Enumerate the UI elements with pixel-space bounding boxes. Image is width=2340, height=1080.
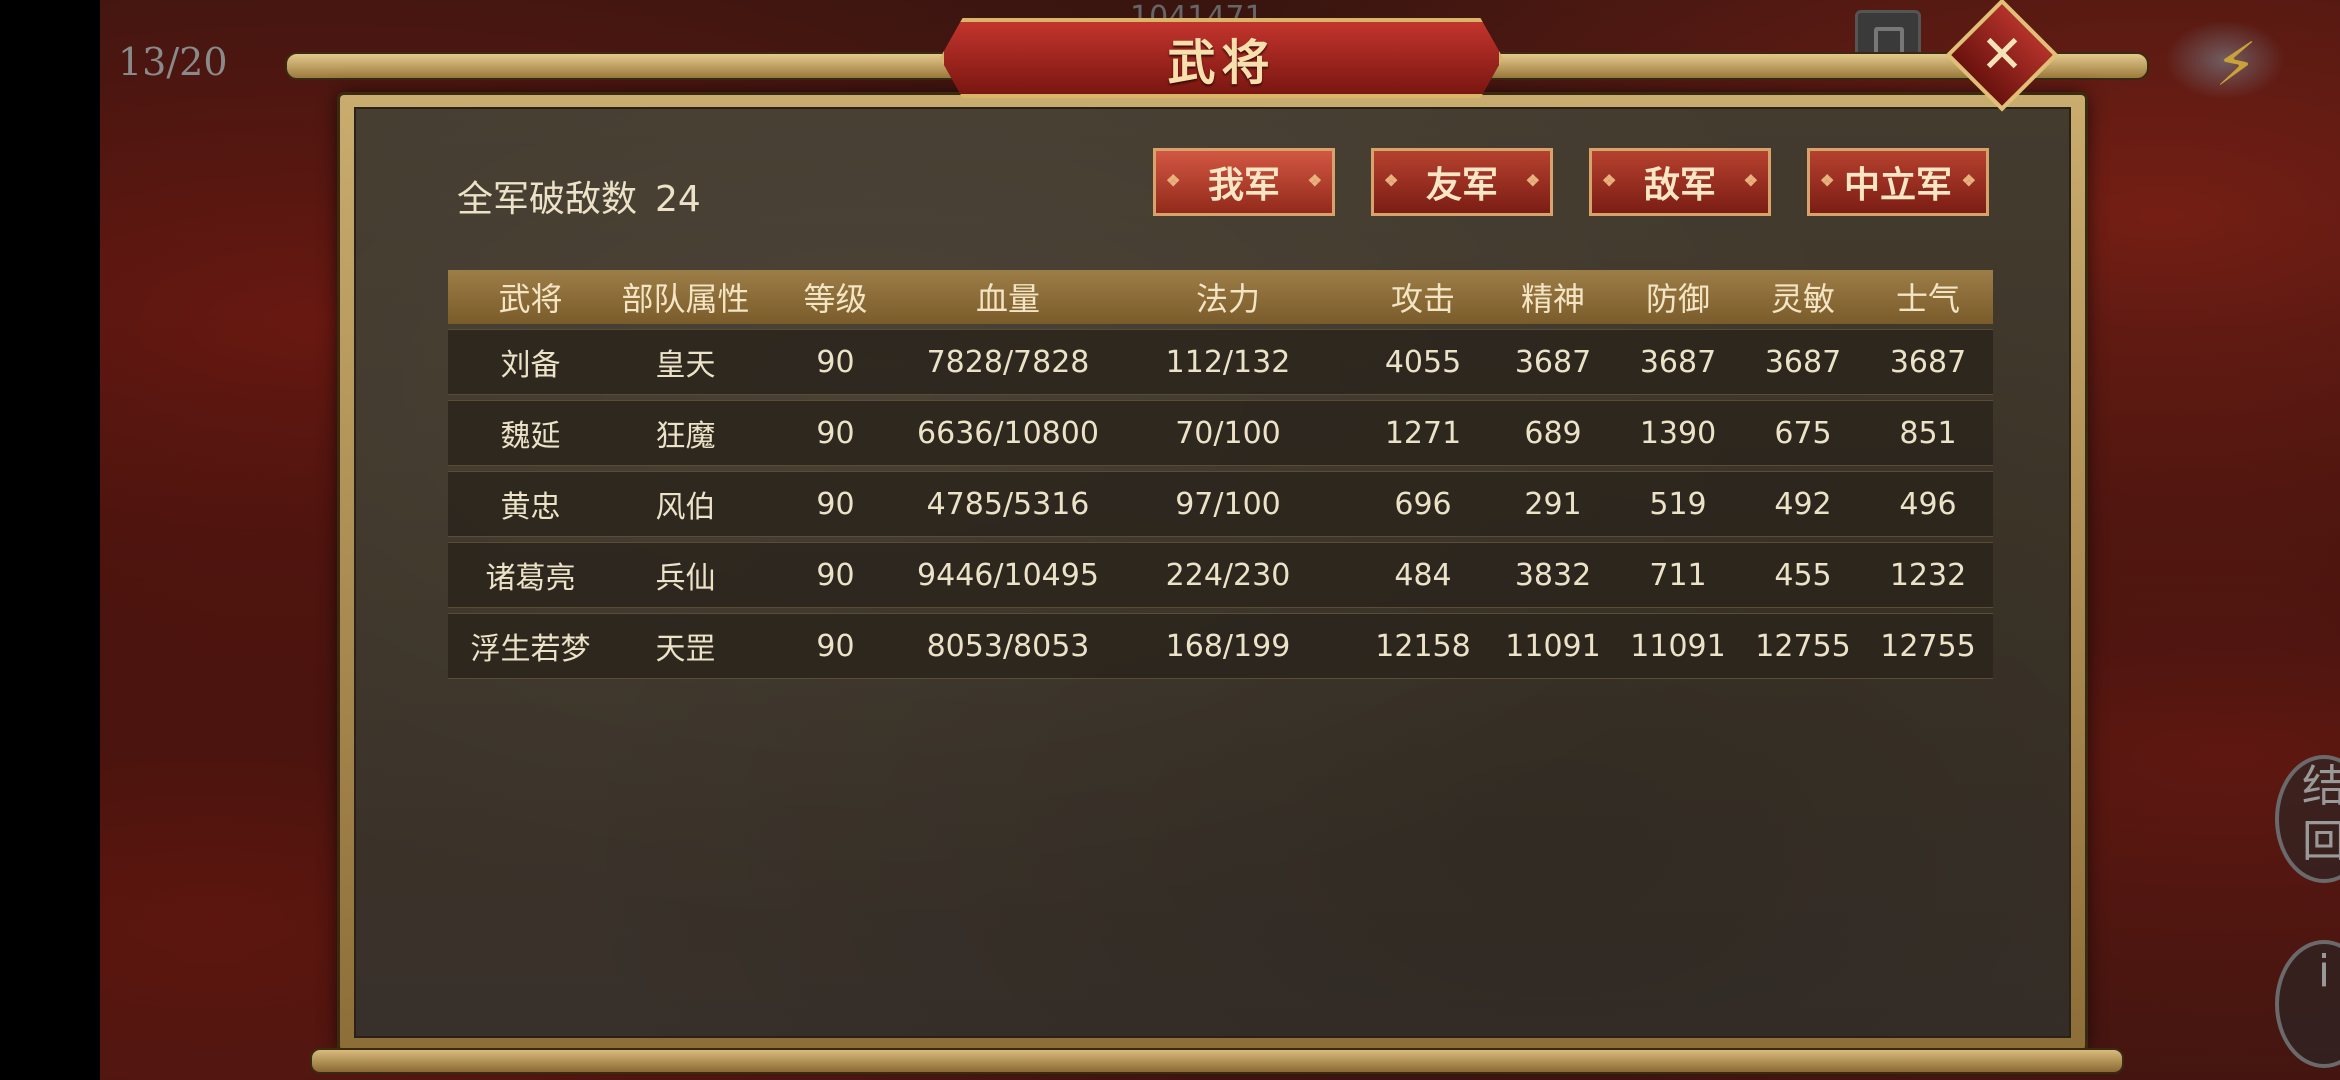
table-row[interactable]: 诸葛亮 兵仙 90 9446/10495 224/230 484 3832 71… xyxy=(448,542,1993,608)
table-header-row: 武将 部队属性 等级 血量 法力 攻击 精神 防御 灵敏 士气 xyxy=(448,270,1993,324)
table-row[interactable]: 魏延 狂魔 90 6636/10800 70/100 1271 689 1390… xyxy=(448,400,1993,466)
cell-unit-type: 狂魔 xyxy=(613,400,758,466)
cell-mp: 224/230 xyxy=(1103,542,1353,608)
cell-defense: 1390 xyxy=(1613,400,1743,466)
table-row[interactable]: 浮生若梦 天罡 90 8053/8053 168/199 12158 11091… xyxy=(448,613,1993,679)
cell-unit-type: 兵仙 xyxy=(613,542,758,608)
cell-general: 魏延 xyxy=(448,400,613,466)
cell-morale: 3687 xyxy=(1863,329,1993,395)
lightning-cloud-icon xyxy=(2165,20,2285,100)
cell-spirit: 689 xyxy=(1493,400,1613,466)
kill-count: 全军破敌数 24 xyxy=(457,170,701,222)
kill-count-label: 全军破敌数 xyxy=(457,179,638,220)
cell-agility: 492 xyxy=(1743,471,1863,537)
cell-hp: 9446/10495 xyxy=(913,542,1103,608)
end-turn-label: 结 回 xyxy=(2302,761,2340,867)
cell-general: 浮生若梦 xyxy=(448,613,613,679)
cell-spirit: 291 xyxy=(1493,471,1613,537)
general-roster-table: 武将 部队属性 等级 血量 法力 攻击 精神 防御 灵敏 士气 刘备 皇天 90… xyxy=(448,265,1993,684)
tab-enemy-army[interactable]: 敌军 xyxy=(1589,148,1771,216)
cell-attack: 1271 xyxy=(1353,400,1493,466)
cell-attack: 696 xyxy=(1353,471,1493,537)
cell-defense: 11091 xyxy=(1613,613,1743,679)
column-header: 防御 xyxy=(1613,270,1743,324)
cell-mp: 112/132 xyxy=(1103,329,1353,395)
cell-spirit: 3832 xyxy=(1493,542,1613,608)
column-header: 武将 xyxy=(448,270,613,324)
cell-spirit: 11091 xyxy=(1493,613,1613,679)
cell-level: 90 xyxy=(758,400,913,466)
cell-unit-type: 皇天 xyxy=(613,329,758,395)
cell-general: 诸葛亮 xyxy=(448,542,613,608)
cell-agility: 3687 xyxy=(1743,329,1863,395)
cell-spirit: 3687 xyxy=(1493,329,1613,395)
cell-attack: 4055 xyxy=(1353,329,1493,395)
cell-morale: 496 xyxy=(1863,471,1993,537)
column-header: 法力 xyxy=(1103,270,1353,324)
cell-level: 90 xyxy=(758,329,913,395)
cell-general: 刘备 xyxy=(448,329,613,395)
cell-agility: 675 xyxy=(1743,400,1863,466)
column-header: 精神 xyxy=(1493,270,1613,324)
cell-general: 黄忠 xyxy=(448,471,613,537)
column-header: 血量 xyxy=(913,270,1103,324)
table-row[interactable]: 黄忠 风伯 90 4785/5316 97/100 696 291 519 49… xyxy=(448,471,1993,537)
dialog-title-plaque: 武将 xyxy=(940,18,1503,98)
cell-defense: 3687 xyxy=(1613,329,1743,395)
cell-level: 90 xyxy=(758,613,913,679)
column-header: 攻击 xyxy=(1353,270,1493,324)
cell-unit-type: 风伯 xyxy=(613,471,758,537)
column-header: 士气 xyxy=(1863,270,1993,324)
tab-my-army[interactable]: 我军 xyxy=(1153,148,1335,216)
cell-defense: 519 xyxy=(1613,471,1743,537)
cell-hp: 4785/5316 xyxy=(913,471,1103,537)
tab-neutral-army[interactable]: 中立军 xyxy=(1807,148,1989,216)
info-label: i xyxy=(2317,946,2331,997)
turn-counter: 13/20 xyxy=(118,40,228,84)
cell-mp: 168/199 xyxy=(1103,613,1353,679)
cell-morale: 1232 xyxy=(1863,542,1993,608)
cell-morale: 851 xyxy=(1863,400,1993,466)
cell-hp: 8053/8053 xyxy=(913,613,1103,679)
tab-allied-army[interactable]: 友军 xyxy=(1371,148,1553,216)
table-row[interactable]: 刘备 皇天 90 7828/7828 112/132 4055 3687 368… xyxy=(448,329,1993,395)
cell-mp: 97/100 xyxy=(1103,471,1353,537)
cell-unit-type: 天罡 xyxy=(613,613,758,679)
cell-hp: 7828/7828 xyxy=(913,329,1103,395)
column-header: 部队属性 xyxy=(613,270,758,324)
cell-hp: 6636/10800 xyxy=(913,400,1103,466)
cell-attack: 12158 xyxy=(1353,613,1493,679)
column-header: 等级 xyxy=(758,270,913,324)
dialog-title: 武将 xyxy=(1167,35,1276,91)
dialog-bottom-rail xyxy=(310,1048,2124,1074)
cell-mp: 70/100 xyxy=(1103,400,1353,466)
cell-attack: 484 xyxy=(1353,542,1493,608)
kill-count-value: 24 xyxy=(655,179,701,220)
cell-level: 90 xyxy=(758,471,913,537)
cell-agility: 12755 xyxy=(1743,613,1863,679)
cell-agility: 455 xyxy=(1743,542,1863,608)
column-header: 灵敏 xyxy=(1743,270,1863,324)
cell-defense: 711 xyxy=(1613,542,1743,608)
cell-morale: 12755 xyxy=(1863,613,1993,679)
cell-level: 90 xyxy=(758,542,913,608)
